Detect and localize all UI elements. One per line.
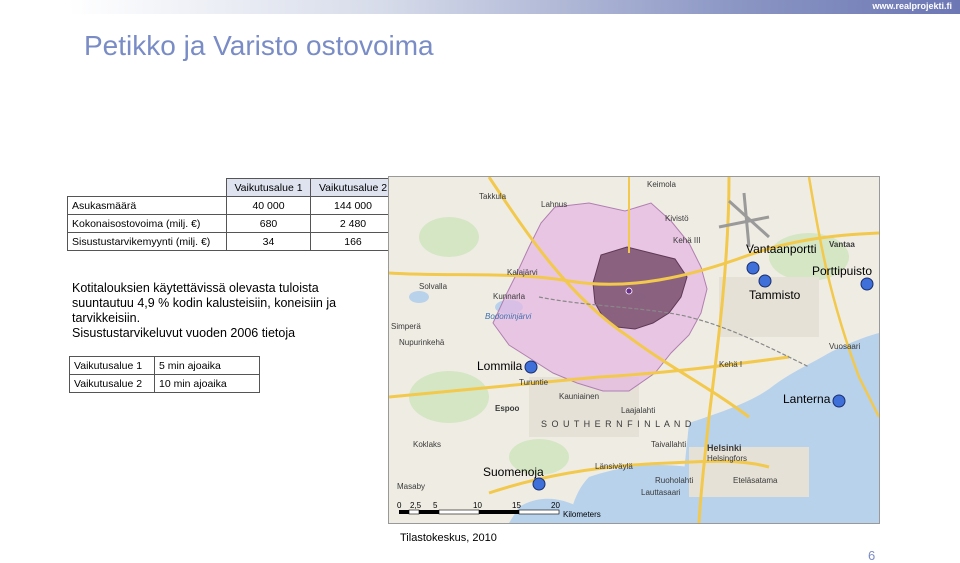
map-label: Turuntie — [519, 378, 549, 387]
map-label: Eteläsatama — [733, 476, 778, 485]
table-row: Asukasmäärä 40 000 144 000 — [67, 196, 396, 215]
catchment-map: 0 2,5 5 10 15 20 Kilometers Keimola Takk… — [388, 176, 880, 524]
zone-drive-time: 5 min ajoaika — [154, 356, 260, 375]
stats-value-zone1: 34 — [226, 232, 311, 251]
map-label: Helsingfors — [707, 454, 747, 463]
map-label: Takkula — [479, 192, 507, 201]
map-label: Helsinki — [707, 443, 742, 453]
map-label: Kunnarla — [493, 292, 526, 301]
page-title: Petikko ja Varisto ostovoima — [84, 30, 434, 61]
table-row: Vaikutusalue 1 5 min ajoaika — [69, 356, 260, 375]
map-label: Koklaks — [413, 440, 441, 449]
marker-tammisto — [758, 274, 772, 288]
place-label-porttipuisto: Porttipuisto — [812, 264, 872, 278]
map-label: Lahnus — [541, 200, 567, 209]
stats-label: Kokonaisostovoima (milj. €) — [67, 214, 227, 233]
marker-vantaanportti — [746, 261, 760, 275]
map-label: Masaby — [397, 482, 425, 491]
map-label: Lauttasaari — [641, 488, 681, 497]
map-label: Taivallahti — [651, 440, 686, 449]
map-label: Kauniainen — [559, 392, 599, 401]
zones-legend-table: Vaikutusalue 1 5 min ajoaika Vaikutusalu… — [69, 356, 260, 393]
place-label-lommila: Lommila — [477, 359, 523, 373]
marker-lanterna — [832, 394, 846, 408]
map-label: Kivistö — [665, 214, 689, 223]
top-banner: www.realprojekti.fi — [68, 0, 960, 14]
map-canvas: 0 2,5 5 10 15 20 Kilometers Keimola Takk… — [389, 177, 879, 523]
scale-tick: 2,5 — [410, 501, 422, 510]
table-row: Sisustustarvikemyynti (milj. €) 34 166 — [67, 232, 396, 251]
description-note: Sisustustarvikeluvut vuoden 2006 tietoja — [72, 326, 296, 340]
data-source: Tilastokeskus, 2010 — [400, 532, 497, 544]
stats-value-zone1: 40 000 — [226, 196, 311, 215]
scale-tick: 20 — [551, 501, 560, 510]
stats-value-zone2: 2 480 — [310, 214, 396, 233]
map-label: Laajalahti — [621, 406, 655, 415]
map-label: Kehä III — [673, 236, 701, 245]
map-label: S O U T H E R N F I N L A N D — [541, 419, 692, 429]
map-label: Espoo — [495, 404, 520, 413]
stats-value-zone2: 166 — [310, 232, 396, 251]
stats-value-zone2: 144 000 — [310, 196, 396, 215]
map-lake — [409, 291, 429, 303]
marker-porttipuisto — [860, 277, 874, 291]
map-label: Vuosaari — [829, 342, 861, 351]
zone-name: Vaikutusalue 1 — [69, 356, 155, 375]
place-label-lanterna: Lanterna — [783, 392, 831, 406]
map-label: Nupurinkehä — [399, 338, 445, 347]
table-row: Vaikutusalue 2 10 min ajoaika — [69, 374, 260, 393]
scale-tick: 10 — [473, 501, 482, 510]
description-line: Kotitalouksien käytettävissä olevasta tu… — [72, 281, 337, 325]
stats-header-zone1: Vaikutusalue 1 — [226, 178, 311, 197]
marker-suomenoja — [532, 477, 546, 491]
scale-tick: 5 — [433, 501, 438, 510]
place-label-vantaanportti: Vantaanportti — [746, 242, 817, 256]
map-label: Länsiväylä — [595, 462, 633, 471]
map-label: Ruoholahti — [655, 476, 693, 485]
map-label: Solvalla — [419, 282, 448, 291]
place-label-suomenoja: Suomenoja — [483, 465, 544, 479]
brand-url: www.realprojekti.fi — [872, 1, 952, 11]
map-label: Kehä I — [719, 360, 742, 369]
page-number: 6 — [868, 548, 876, 563]
map-forest — [419, 217, 479, 257]
stats-header-row: Vaikutusalue 1 Vaikutusalue 2 — [67, 178, 396, 197]
scale-unit: Kilometers — [563, 510, 601, 519]
stats-header-empty — [67, 178, 227, 197]
stats-label: Asukasmäärä — [67, 196, 227, 215]
map-label: Keimola — [647, 180, 676, 189]
stats-label: Sisustustarvikemyynti (milj. €) — [67, 232, 227, 251]
stats-table: Vaikutusalue 1 Vaikutusalue 2 Asukasmäär… — [67, 178, 396, 251]
map-label: Simperä — [391, 322, 421, 331]
map-label: Kalajärvi — [507, 268, 538, 277]
marker-lommila — [524, 360, 538, 374]
map-forest — [409, 371, 489, 423]
map-label: Vantaa — [829, 240, 855, 249]
table-row: Kokonaisostovoima (milj. €) 680 2 480 — [67, 214, 396, 233]
scale-tick: 0 — [397, 501, 402, 510]
zone-drive-time: 10 min ajoaika — [154, 374, 260, 393]
place-label-tammisto: Tammisto — [749, 288, 801, 302]
description-text: Kotitalouksien käytettävissä olevasta tu… — [72, 281, 372, 341]
target-site-marker — [625, 287, 633, 295]
stats-value-zone1: 680 — [226, 214, 311, 233]
map-label: Bodominjärvi — [485, 312, 531, 321]
zone-name: Vaikutusalue 2 — [69, 374, 155, 393]
stats-header-zone2: Vaikutusalue 2 — [310, 178, 396, 197]
scale-tick: 15 — [512, 501, 521, 510]
